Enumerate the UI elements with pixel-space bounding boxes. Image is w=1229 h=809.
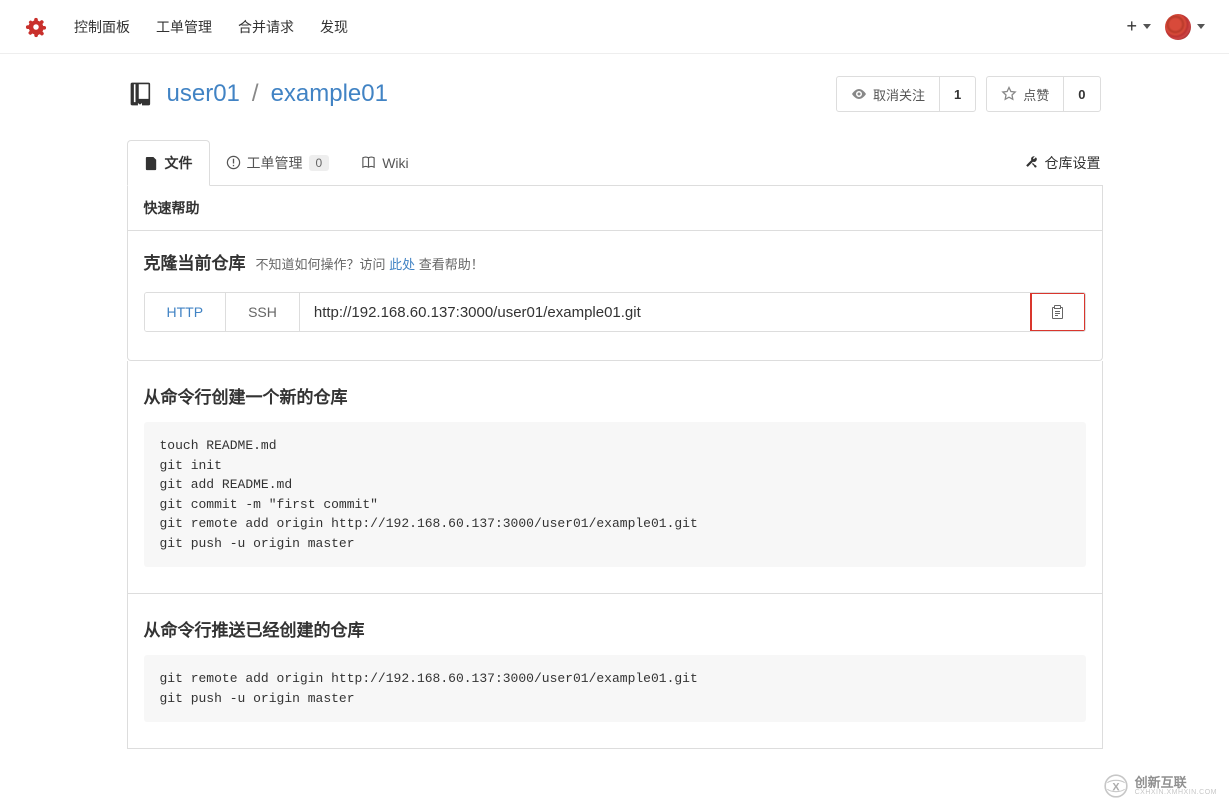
watch-label: 取消关注: [873, 85, 925, 104]
push-repo-section: 从命令行推送已经创建的仓库 git remote add origin http…: [127, 594, 1103, 749]
repo-owner-link[interactable]: user01: [167, 80, 240, 108]
clipboard-icon: [1050, 304, 1066, 320]
plus-icon: +: [1126, 16, 1137, 37]
book-icon: [361, 155, 376, 170]
unwatch-button[interactable]: 取消关注: [837, 77, 939, 111]
push-repo-title: 从命令行推送已经创建的仓库: [144, 616, 1086, 641]
tab-files-label: 文件: [165, 153, 193, 173]
create-repo-title: 从命令行创建一个新的仓库: [144, 383, 1086, 408]
tools-icon: [1024, 155, 1039, 170]
watch-count[interactable]: 1: [939, 77, 975, 111]
clone-hint: 不知道如何操作？访问 此处 查看帮助！: [256, 254, 484, 273]
topbar: 控制面板 工单管理 合并请求 发现 +: [0, 0, 1229, 54]
tab-wiki[interactable]: Wiki: [345, 143, 424, 183]
panel-head: 快速帮助: [128, 186, 1102, 231]
star-button[interactable]: 点赞: [987, 77, 1063, 111]
tab-issues[interactable]: 工单管理 0: [210, 141, 346, 185]
watermark: X 创新互联 CXHXIN.XMHXIN.COM: [1103, 773, 1217, 799]
hint-suffix: 查看帮助！: [415, 257, 484, 272]
star-count[interactable]: 0: [1063, 77, 1099, 111]
separator: /: [252, 80, 259, 108]
eye-icon: [851, 86, 867, 102]
repo-icon: [129, 81, 155, 107]
ssh-button[interactable]: SSH: [226, 293, 300, 331]
tab-wiki-label: Wiki: [382, 155, 408, 171]
repo-title: user01 / example01: [129, 80, 388, 108]
nav-dashboard[interactable]: 控制面板: [74, 17, 130, 37]
watermark-cn: 创新互联: [1135, 776, 1217, 789]
caret-down-icon: [1143, 24, 1151, 29]
hint-prefix: 不知道如何操作？访问: [256, 257, 390, 272]
star-label: 点赞: [1023, 85, 1049, 104]
panel-body: 克隆当前仓库 不知道如何操作？访问 此处 查看帮助！ HTTP SSH: [128, 231, 1102, 360]
tab-settings[interactable]: 仓库设置: [1022, 141, 1103, 185]
logo-icon[interactable]: [24, 15, 48, 39]
tab-issues-label: 工单管理: [247, 153, 303, 173]
push-repo-code[interactable]: git remote add origin http://192.168.60.…: [144, 655, 1086, 722]
quick-help-panel: 快速帮助 克隆当前仓库 不知道如何操作？访问 此处 查看帮助！ HTTP SSH: [127, 186, 1103, 361]
file-icon: [144, 156, 159, 171]
help-link[interactable]: 此处: [389, 257, 415, 272]
clone-title: 克隆当前仓库: [144, 249, 246, 274]
nav-pulls[interactable]: 合并请求: [238, 17, 294, 37]
user-menu[interactable]: [1165, 14, 1205, 40]
alert-icon: [226, 155, 241, 170]
create-menu[interactable]: +: [1126, 16, 1151, 37]
issues-badge: 0: [309, 155, 330, 171]
repo-header: user01 / example01 取消关注 1 点赞 0: [127, 76, 1103, 112]
star-icon: [1001, 86, 1017, 102]
clone-row: HTTP SSH: [144, 292, 1086, 332]
page: user01 / example01 取消关注 1 点赞 0: [127, 54, 1103, 789]
create-repo-code[interactable]: touch README.md git init git add README.…: [144, 422, 1086, 567]
copy-button[interactable]: [1030, 292, 1086, 332]
avatar: [1165, 14, 1191, 40]
svg-text:X: X: [1112, 781, 1120, 793]
create-repo-section: 从命令行创建一个新的仓库 touch README.md git init gi…: [127, 361, 1103, 594]
clone-url-input[interactable]: [300, 293, 1031, 331]
repo-name-link[interactable]: example01: [271, 80, 388, 108]
nav-explore[interactable]: 发现: [320, 17, 348, 37]
http-button[interactable]: HTTP: [145, 293, 227, 331]
watermark-en: CXHXIN.XMHXIN.COM: [1135, 789, 1217, 796]
caret-down-icon: [1197, 24, 1205, 29]
watermark-text: 创新互联 CXHXIN.XMHXIN.COM: [1135, 776, 1217, 796]
watch-button-group: 取消关注 1: [836, 76, 976, 112]
topbar-right: +: [1126, 14, 1205, 40]
tab-settings-label: 仓库设置: [1045, 153, 1101, 173]
repo-tabs: 文件 工单管理 0 Wiki 仓库设置: [127, 140, 1103, 186]
watermark-logo-icon: X: [1103, 773, 1129, 799]
nav-issues[interactable]: 工单管理: [156, 17, 212, 37]
star-button-group: 点赞 0: [986, 76, 1100, 112]
topbar-left: 控制面板 工单管理 合并请求 发现: [24, 15, 348, 39]
clone-title-row: 克隆当前仓库 不知道如何操作？访问 此处 查看帮助！: [144, 249, 1086, 274]
tab-files[interactable]: 文件: [127, 140, 210, 186]
repo-actions: 取消关注 1 点赞 0: [836, 76, 1101, 112]
